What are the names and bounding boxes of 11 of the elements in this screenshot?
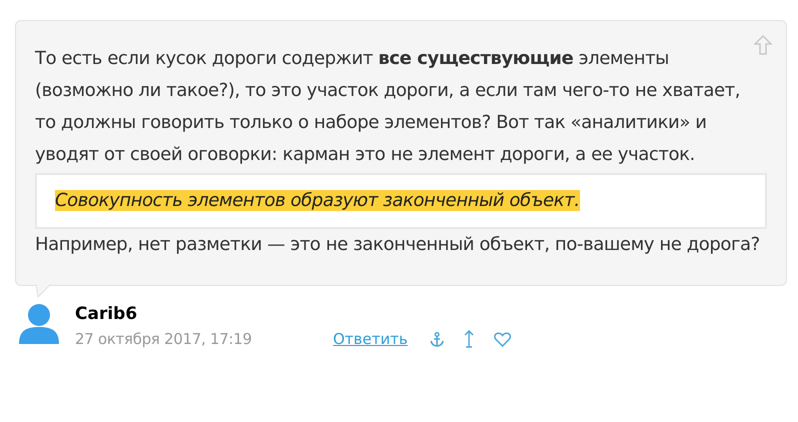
comment-text: То есть если кусок дороги содержит все существующие элементы (возможно ли такое?), то это участок дороги, а если там чего-то не хватает, то должны говорить только о наборе элементов? Вот так «аналитики» и уводят от своей оговорки: карман это не элемент дороги, а ее участок. bbox=[35, 47, 742, 167]
arrow-up-icon[interactable] bbox=[464, 330, 474, 348]
reply-link[interactable]: Ответить bbox=[333, 328, 408, 350]
comment-date: 27 октября 2017, 17:19 bbox=[75, 329, 253, 350]
heart-icon[interactable] bbox=[494, 332, 511, 347]
arrow-up-icon[interactable] bbox=[754, 35, 772, 55]
author-name: Carib6 bbox=[75, 303, 138, 326]
highlighted-quote: Совокупность элементов образуют законченный объект. bbox=[55, 190, 580, 211]
avatar-icon bbox=[17, 302, 61, 344]
comment-text: Например, нет разметки — это не законченный объект, по-вашему не дорога? bbox=[35, 233, 761, 257]
anchor-icon[interactable] bbox=[430, 332, 444, 347]
